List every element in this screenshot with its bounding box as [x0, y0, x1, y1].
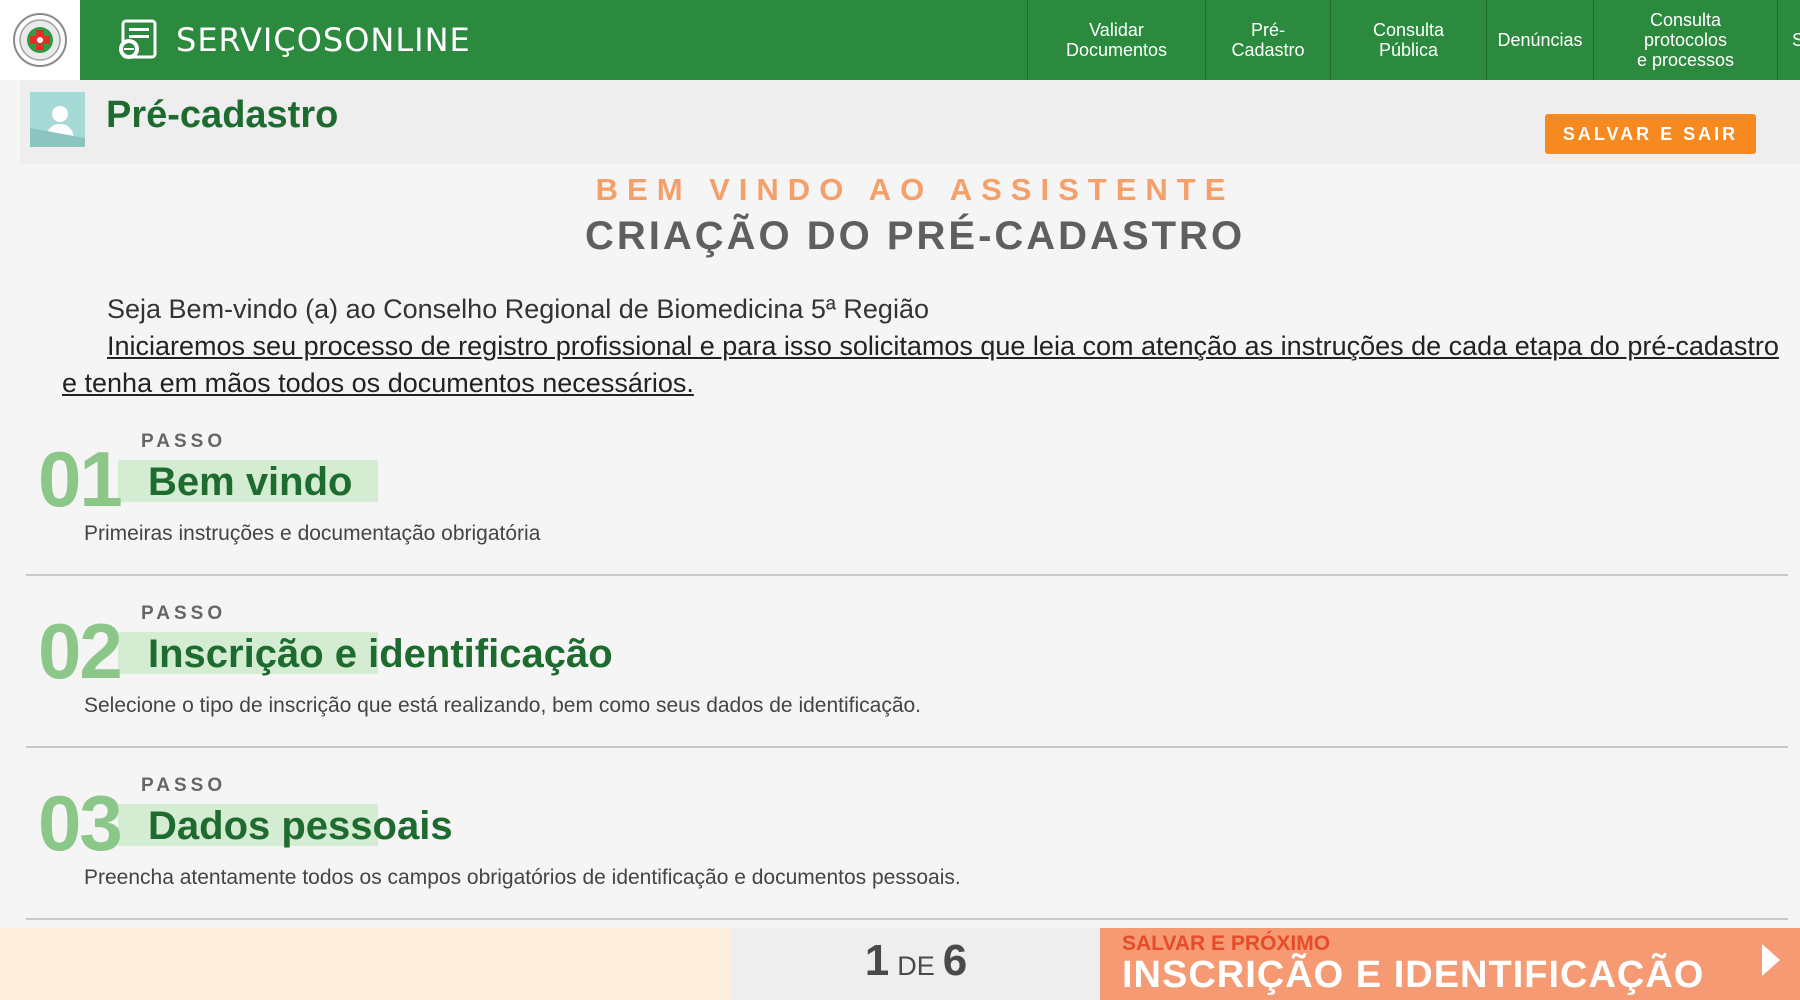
user-icon — [30, 92, 85, 147]
nav-validar-documentos[interactable]: Validar Documentos — [1027, 0, 1205, 80]
step-title: Inscrição e identificação — [148, 632, 613, 676]
top-navbar: SERVIÇOSONLINE Validar Documentos Pré-Ca… — [0, 0, 1800, 80]
brand-name: SERVIÇOSONLINE — [176, 21, 471, 59]
step-number: 03 — [38, 779, 123, 867]
step-title: Dados pessoais — [148, 804, 453, 848]
total-steps: 6 — [942, 936, 968, 985]
nav-label-line-1: Consulta protocolos — [1643, 10, 1728, 50]
page-title-bar: Pré-cadastro SALVAR E SAIR — [20, 80, 1800, 164]
step-item-2: 02 PASSO Inscrição e identificação Selec… — [26, 576, 1788, 748]
online-services-icon — [119, 19, 157, 59]
nav-pre-cadastro[interactable]: Pré-Cadastro — [1205, 0, 1330, 80]
current-step: 1 — [864, 936, 890, 985]
save-and-exit-button[interactable]: SALVAR E SAIR — [1545, 114, 1756, 154]
nav-item-truncated[interactable]: S — [1777, 0, 1800, 80]
pager-separator: DE — [897, 951, 935, 981]
step-description: Selecione o tipo de inscrição que está r… — [84, 694, 922, 717]
nav-consulta-protocolos[interactable]: Consulta protocolos e processos — [1593, 0, 1777, 80]
instructions-text: Iniciaremos seu processo de registro pro… — [62, 331, 1779, 398]
step-pager: 1 DE 6 — [732, 928, 1100, 1000]
page-title: Pré-cadastro — [106, 94, 339, 136]
nav-consulta-publica[interactable]: Consulta Pública — [1330, 0, 1486, 80]
welcome-message: Seja Bem-vindo (a) ao Conselho Regional … — [107, 294, 929, 324]
step-number: 01 — [38, 435, 123, 523]
user-avatar — [30, 92, 85, 147]
step-kicker: PASSO — [141, 603, 227, 624]
nav-consulta-protocolos-label: Consulta protocolos e processos — [1608, 10, 1763, 70]
brand[interactable]: SERVIÇOSONLINE — [80, 0, 1016, 80]
step-description: Preencha atentamente todos os campos obr… — [84, 866, 961, 889]
step-kicker: PASSO — [141, 775, 227, 796]
step-title: Bem vindo — [148, 460, 353, 504]
wizard-title: CRIAÇÃO DO PRÉ-CADASTRO — [584, 214, 1246, 258]
step-item-1: 01 PASSO Bem vindo Primeiras instruções … — [26, 404, 1788, 576]
step-number: 02 — [38, 607, 123, 695]
crbm-seal-icon — [13, 13, 67, 67]
arrow-right-icon — [1762, 944, 1780, 976]
save-and-next-button[interactable]: SALVAR E PRÓXIMO INSCRIÇÃO E IDENTIFICAÇ… — [1100, 928, 1800, 1000]
step-description: Primeiras instruções e documentação obri… — [84, 522, 541, 545]
main-nav: Validar Documentos Pré-Cadastro Consulta… — [1027, 0, 1800, 80]
nav-label-line-2: e processos — [1636, 50, 1735, 70]
step-item-3: 03 PASSO Dados pessoais Preencha atentam… — [26, 748, 1788, 920]
wizard-kicker: BEM VINDO AO ASSISTENTE — [595, 172, 1235, 207]
nav-denuncias[interactable]: Denúncias — [1486, 0, 1593, 80]
next-kicker: SALVAR E PRÓXIMO — [1122, 932, 1331, 955]
crbm-logo[interactable] — [0, 0, 80, 80]
step-kicker: PASSO — [141, 431, 227, 452]
next-step-title: INSCRIÇÃO E IDENTIFICAÇÃO — [1122, 954, 1705, 996]
pager-text: 1 DE 6 — [732, 936, 1100, 986]
footer-spacer — [0, 928, 732, 1000]
